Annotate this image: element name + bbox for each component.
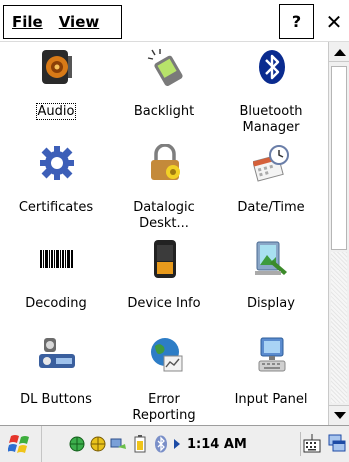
item-decoding[interactable]: Decoding — [3, 234, 109, 330]
file-menu[interactable]: File — [4, 6, 51, 38]
error-reporting-icon — [151, 338, 183, 372]
item-error-reporting[interactable]: Error Reporting — [111, 330, 217, 425]
help-button[interactable]: ? — [279, 4, 314, 39]
bluetooth-icon — [259, 50, 285, 84]
date-time-icon — [253, 145, 289, 182]
vertical-scrollbar[interactable] — [328, 42, 349, 425]
scroll-down-button[interactable] — [329, 405, 349, 425]
item-label: Backlight — [133, 104, 195, 119]
network-icon[interactable] — [68, 435, 86, 453]
sync-icon[interactable] — [110, 435, 128, 453]
item-certificates[interactable]: Certificates — [3, 138, 109, 234]
scroll-track[interactable] — [331, 252, 347, 403]
item-bluetooth-manager[interactable]: Bluetooth Manager — [218, 42, 324, 138]
device-info-icon — [154, 240, 176, 278]
item-audio[interactable]: Audio — [3, 42, 109, 138]
item-label: Device Info — [127, 296, 201, 311]
item-label: Datalogic Deskt... — [133, 200, 195, 231]
item-label: DL Buttons — [20, 392, 92, 407]
start-button[interactable] — [0, 425, 42, 462]
item-input-panel[interactable]: Input Panel — [218, 330, 324, 425]
windows-start-icon — [7, 435, 29, 453]
clock[interactable]: 1:14 AM — [187, 437, 247, 452]
item-label: Bluetooth Manager — [239, 104, 303, 135]
item-label: Input Panel — [234, 392, 308, 407]
item-date-time[interactable]: Date/Time — [218, 138, 324, 234]
view-menu-label: View — [58, 13, 100, 31]
item-label: Display — [247, 296, 295, 311]
taskbar: 1:14 AM — [0, 425, 349, 462]
desktop-icon[interactable] — [327, 432, 347, 456]
certificates-gear-icon — [40, 146, 74, 180]
network-icon-2[interactable] — [89, 435, 107, 453]
audio-speaker-icon — [42, 50, 72, 84]
scroll-up-button[interactable] — [329, 42, 349, 62]
backlight-icon — [147, 49, 183, 86]
item-display[interactable]: Display — [218, 234, 324, 330]
arrow-right-icon[interactable] — [173, 435, 181, 453]
barcode-icon — [39, 249, 75, 269]
keyboard-icon[interactable] — [300, 432, 322, 456]
input-panel-icon — [258, 337, 286, 372]
item-label: Certificates — [18, 200, 94, 215]
datalogic-desktop-icon — [151, 144, 180, 180]
item-label: Decoding — [25, 296, 87, 311]
scroll-thumb[interactable] — [331, 66, 347, 250]
dl-buttons-icon — [39, 338, 75, 368]
item-label: Audio — [35, 103, 77, 120]
close-button[interactable]: ✕ — [321, 4, 347, 39]
item-datalogic-desktop[interactable]: Datalogic Deskt... — [111, 138, 217, 234]
item-label: Date/Time — [237, 200, 305, 215]
battery-icon[interactable] — [131, 435, 149, 453]
display-icon — [255, 241, 287, 275]
view-menu[interactable]: View — [51, 6, 108, 38]
item-backlight[interactable]: Backlight — [111, 42, 217, 138]
bluetooth-tray-icon[interactable] — [152, 435, 170, 453]
menu-bar: File View ? ✕ — [0, 0, 349, 42]
system-tray: 1:14 AM — [68, 429, 247, 459]
arrow-down-icon — [333, 411, 346, 419]
item-label: Error Reporting — [132, 392, 196, 423]
control-panel-grid: Audio Backlight Bluetooth Manager Certif… — [0, 42, 328, 425]
menu-group: File View — [3, 5, 122, 39]
arrow-up-icon — [333, 48, 346, 56]
file-menu-label: File — [12, 13, 43, 31]
item-dl-buttons[interactable]: DL Buttons — [3, 330, 109, 425]
item-device-info[interactable]: Device Info — [111, 234, 217, 330]
